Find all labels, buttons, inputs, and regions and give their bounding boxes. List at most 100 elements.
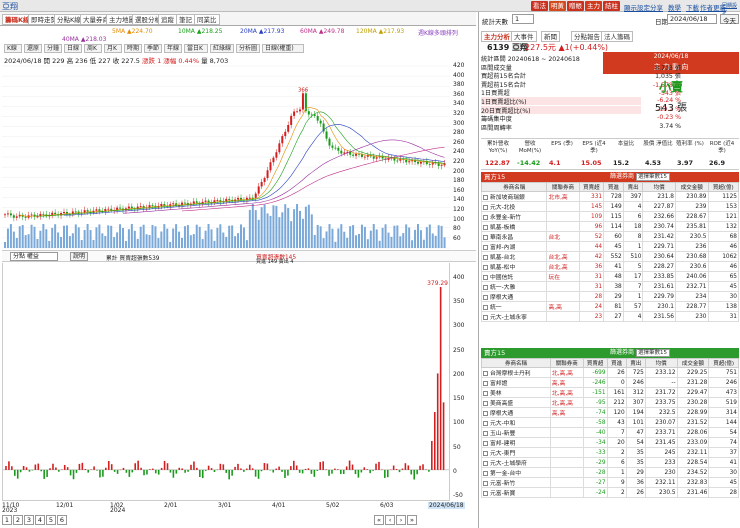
grid-head[interactable]: 成交金額: [674, 182, 709, 192]
rtab-0[interactable]: 主力分析: [481, 31, 513, 42]
grid-head[interactable]: 買進: [606, 358, 627, 368]
row-checkbox[interactable]: [483, 471, 488, 476]
row-checkbox[interactable]: [483, 265, 488, 270]
pager-nav-2[interactable]: ›: [396, 515, 406, 525]
table-row[interactable]: 元大-東門 -33 2 35 245 232.11 37: [481, 447, 739, 458]
toolbar-button-12[interactable]: 日線(權重): [262, 44, 304, 53]
grid-head[interactable]: 關聯券商: [549, 358, 584, 368]
toolbar-button-6[interactable]: 時期: [124, 44, 142, 53]
pager-nav-0[interactable]: «: [374, 515, 384, 525]
toolbar-button-10[interactable]: 紅綠線: [210, 44, 234, 53]
table-row[interactable]: 凱基-板橋 96 114 18 230.74 235.81 132: [480, 221, 739, 232]
pager-nav-1[interactable]: ‹: [385, 515, 395, 525]
row-checkbox[interactable]: [483, 461, 488, 466]
table-row[interactable]: 摩根大通 28 29 1 229.79 234 30: [480, 291, 739, 302]
row-checkbox[interactable]: [483, 491, 488, 496]
table-row[interactable]: 中國信託 玩在 31 48 17 233.85 240.06 65: [480, 271, 739, 282]
page-4[interactable]: 4: [35, 515, 45, 525]
table-row[interactable]: 元大-土城學府 -29 6 35 233 228.54 41: [481, 457, 739, 468]
grid-head[interactable]: 關聯券商: [546, 182, 580, 192]
today-button[interactable]: 今天: [720, 14, 739, 25]
row-checkbox[interactable]: [483, 205, 488, 210]
table-row[interactable]: 美商高盛 北,高,高 -95 212 307 233.75 230.28 519: [481, 397, 739, 408]
indicator-select[interactable]: 分點 權益: [10, 252, 58, 261]
tab-track[interactable]: 追蹤: [158, 14, 177, 25]
table-row[interactable]: 摩根大通 高,高 -74 120 194 232.5 228.99 314: [481, 407, 739, 418]
table-row[interactable]: 凱基-台北 台北,高 42 552 510 230.64 230.68 1062: [480, 251, 739, 262]
table-row[interactable]: 統一-大雅 31 38 7 231.61 232.71 45: [480, 281, 739, 292]
net-buy-chart[interactable]: 379.29: [2, 263, 450, 501]
row-checkbox[interactable]: [483, 295, 488, 300]
row-checkbox[interactable]: [483, 431, 488, 436]
table-row[interactable]: 美林 北,高,高 -151 161 312 231.72 229.47 473: [481, 387, 739, 398]
toolbar-button-8[interactable]: 年線: [164, 44, 182, 53]
buy-filter-select[interactable]: 選擇筆數15: [636, 173, 670, 181]
table-row[interactable]: 元大-中和 -58 43 101 230.07 231.52 144: [481, 417, 739, 428]
table-row[interactable]: 元富-新寶 -24 2 26 230.5 231.46 28: [481, 487, 739, 498]
grid-head[interactable]: 買賣超: [582, 358, 608, 368]
row-checkbox[interactable]: [483, 235, 488, 240]
grid-head[interactable]: 買賣超: [578, 182, 605, 192]
main-button[interactable]: 主力: [585, 1, 602, 11]
toolbar-button-3[interactable]: 日線: [64, 44, 82, 53]
toolbar-button-9[interactable]: 當日K: [184, 44, 208, 53]
table-row[interactable]: 元富-新竹 -27 9 36 232.11 232.83 45: [481, 477, 739, 488]
table-row[interactable]: 永豐金-新竹 109 115 6 232.66 228.67 121: [480, 211, 739, 222]
table-row[interactable]: 玉山-新豐 -40 7 47 233.71 228.06 54: [481, 427, 739, 438]
tab-notes[interactable]: 筆記: [176, 14, 195, 25]
row-checkbox[interactable]: [483, 441, 488, 446]
price-chart[interactable]: 366: [2, 62, 450, 250]
toolbar-button-4[interactable]: 周K: [84, 44, 102, 53]
row-checkbox[interactable]: [483, 391, 488, 396]
toolbar-button-2[interactable]: 分鐘: [44, 44, 62, 53]
row-checkbox[interactable]: [483, 381, 488, 386]
row-checkbox[interactable]: [483, 481, 488, 486]
table-row[interactable]: 富邦證 高,高 -246 0 246 -- 231.28 246: [481, 377, 739, 388]
grid-head[interactable]: 券商名稱: [481, 358, 551, 368]
row-checkbox[interactable]: [483, 275, 488, 280]
pager-nav-3[interactable]: »: [407, 515, 417, 525]
table-row[interactable]: 富邦-建明 -34 20 54 231.45 233.09 74: [481, 437, 739, 448]
grid-head[interactable]: 賣出: [625, 358, 646, 368]
display-settings-link[interactable]: 顯示設定: [624, 2, 650, 12]
table-row[interactable]: 台灣摩根士丹利 北,高,高 -699 26 725 233.12 229.25 751: [481, 367, 739, 378]
table-row[interactable]: 富邦-內湖 44 45 1 229.71 236 46: [480, 241, 739, 252]
grid-head[interactable]: 買超(億): [707, 182, 739, 192]
jie-button[interactable]: 結柱: [603, 1, 620, 11]
tutorial-link[interactable]: 教學: [668, 2, 681, 12]
toolbar-button-5[interactable]: 月K: [104, 44, 122, 53]
download-link[interactable]: 下載: [686, 2, 699, 12]
days-select[interactable]: 1: [512, 14, 534, 24]
tab-peer[interactable]: 同業比: [194, 14, 220, 25]
row-checkbox[interactable]: [483, 401, 488, 406]
toolbar-button-11[interactable]: 分析圖: [236, 44, 260, 53]
table-row[interactable]: 元大-北投 145 149 4 227.87 239 153: [480, 201, 739, 212]
grid-head[interactable]: 成交金額: [676, 358, 710, 368]
toolbar-button-1[interactable]: 還原: [24, 44, 42, 53]
row-checkbox[interactable]: [483, 255, 488, 260]
rtab-2[interactable]: 新聞: [541, 31, 560, 42]
page-1[interactable]: 1: [2, 515, 12, 525]
page-3[interactable]: 3: [24, 515, 34, 525]
row-checkbox[interactable]: [483, 215, 488, 220]
row-checkbox[interactable]: [483, 411, 488, 416]
grid-head[interactable]: 買超(億): [708, 358, 739, 368]
row-checkbox[interactable]: [483, 305, 488, 310]
date-input[interactable]: 2024/06/18: [667, 14, 717, 24]
explain-button[interactable]: 說明: [70, 252, 89, 261]
row-checkbox[interactable]: [483, 285, 488, 290]
sell-filter-select[interactable]: 選擇筆數15: [636, 349, 670, 357]
page-6[interactable]: 6: [57, 515, 67, 525]
row-checkbox[interactable]: [483, 371, 488, 376]
toolbar-button-0[interactable]: K線: [4, 44, 22, 53]
grid-head[interactable]: 賣出: [622, 182, 644, 192]
row-checkbox[interactable]: [483, 315, 488, 320]
page-2[interactable]: 2: [13, 515, 23, 525]
table-row[interactable]: 新加坡商瑞銀 北市,高 331 728 397 231.8 230.89 1125: [480, 191, 739, 202]
page-5[interactable]: 5: [46, 515, 56, 525]
zeng-button[interactable]: 贈帳: [567, 1, 584, 11]
table-row[interactable]: 元大-土城永寧 23 27 4 231.56 230 31: [480, 311, 739, 322]
table-row[interactable]: 凱基-松中 台北,高 36 41 5 228.27 230.6 46: [480, 261, 739, 272]
grid-head[interactable]: 買進: [603, 182, 624, 192]
grid-head[interactable]: 均價: [644, 358, 678, 368]
